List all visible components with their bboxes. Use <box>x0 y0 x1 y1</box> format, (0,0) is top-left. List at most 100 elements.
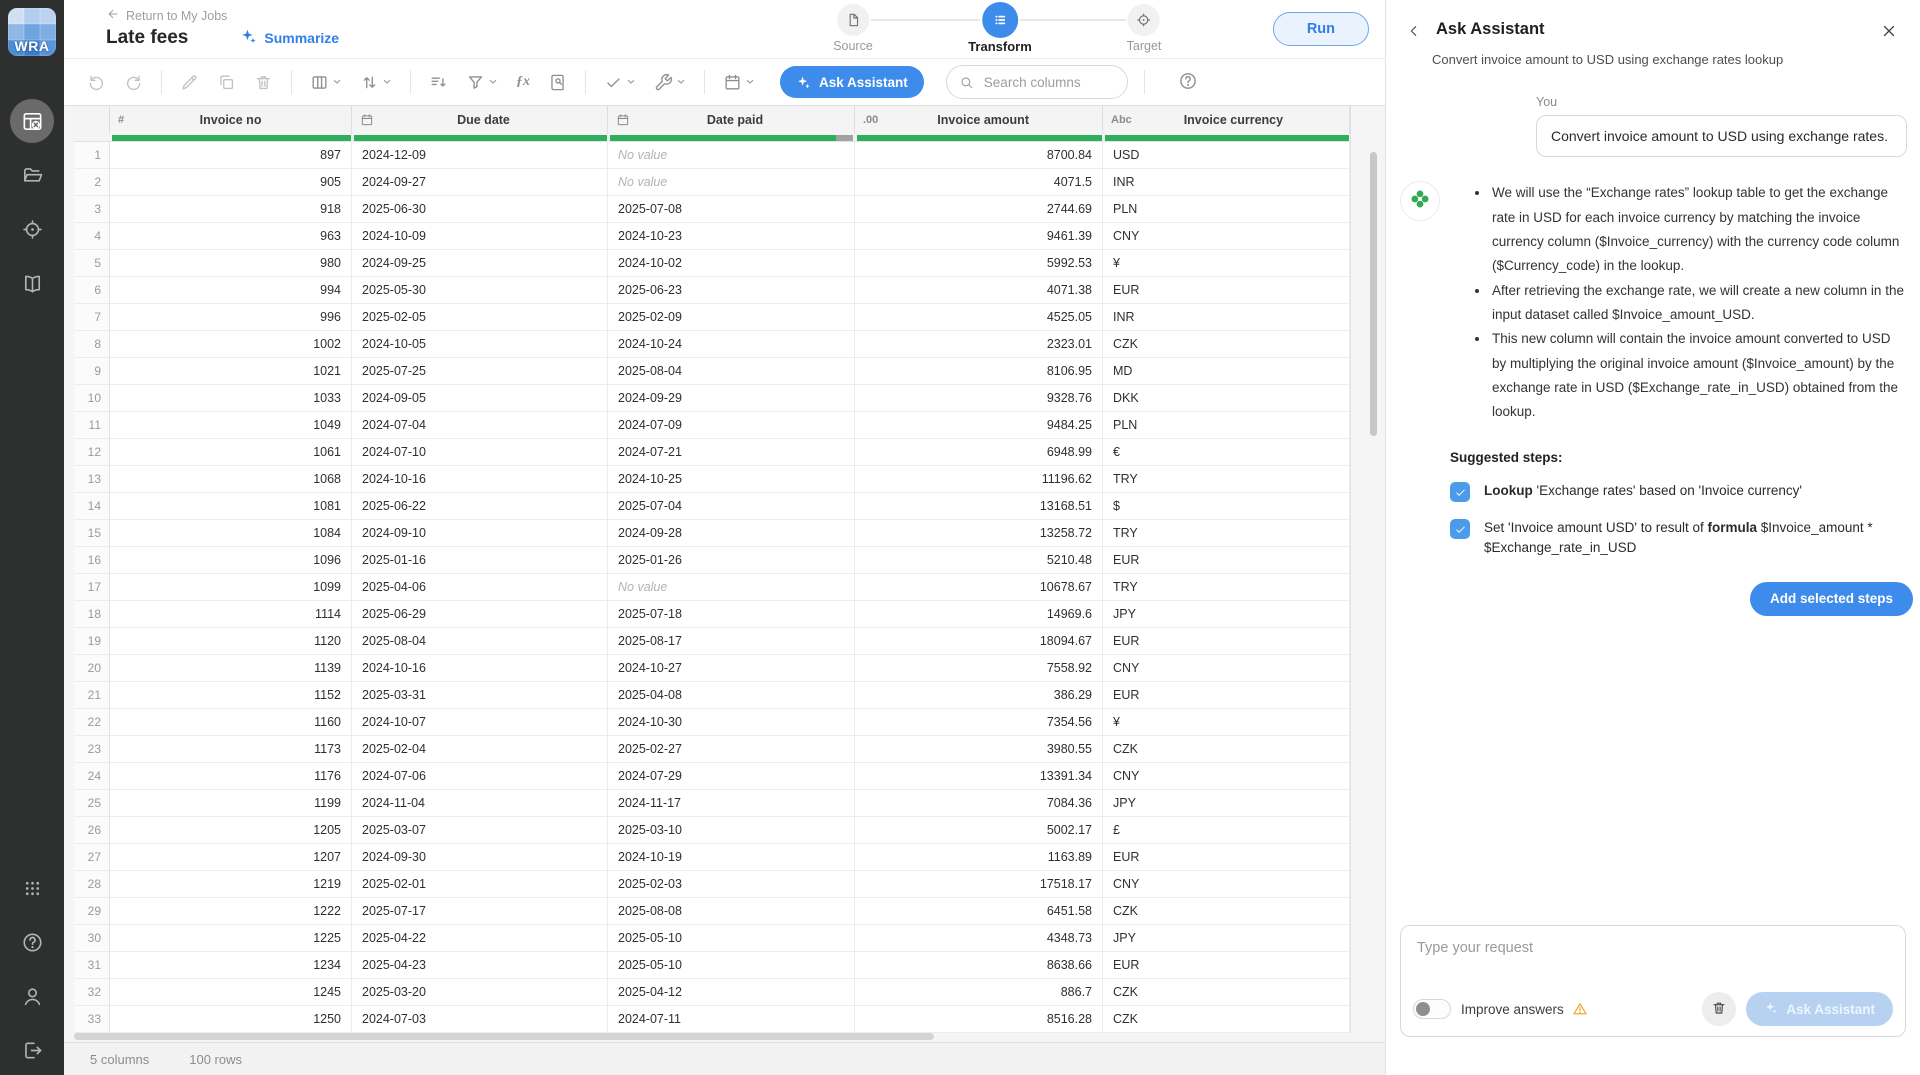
funnel-button[interactable] <box>462 69 502 96</box>
cell-invoice_amount[interactable]: 5002.17 <box>855 817 1103 843</box>
cell-due_date[interactable]: 2024-10-05 <box>352 331 608 357</box>
cell-invoice_currency[interactable]: TRY <box>1103 520 1350 546</box>
cell-due_date[interactable]: 2024-10-07 <box>352 709 608 735</box>
summarize-button[interactable]: Summarize <box>234 27 345 49</box>
vertical-scrollbar[interactable] <box>1370 152 1377 436</box>
lookup-book-button[interactable] <box>544 69 571 96</box>
row-number[interactable]: 32 <box>74 979 110 1005</box>
cell-due_date[interactable]: 2024-07-04 <box>352 412 608 438</box>
cell-date_paid[interactable]: 2024-07-29 <box>608 763 855 789</box>
cell-invoice_currency[interactable]: JPY <box>1103 925 1350 951</box>
sidebar-item-library[interactable] <box>10 261 54 305</box>
cell-invoice_amount[interactable]: 8516.28 <box>855 1006 1103 1032</box>
cell-due_date[interactable]: 2024-09-25 <box>352 250 608 276</box>
row-number[interactable]: 5 <box>74 250 110 276</box>
improve-answers-toggle[interactable] <box>1413 999 1451 1019</box>
cell-date_paid[interactable]: 2024-07-21 <box>608 439 855 465</box>
cell-invoice_no[interactable]: 1245 <box>110 979 352 1005</box>
row-number[interactable]: 26 <box>74 817 110 843</box>
cell-due_date[interactable]: 2025-02-04 <box>352 736 608 762</box>
cell-invoice_currency[interactable]: TRY <box>1103 466 1350 492</box>
cell-invoice_amount[interactable]: 9328.76 <box>855 385 1103 411</box>
cell-due_date[interactable]: 2025-07-17 <box>352 898 608 924</box>
row-number[interactable]: 23 <box>74 736 110 762</box>
row-number[interactable]: 27 <box>74 844 110 870</box>
cell-due_date[interactable]: 2024-12-09 <box>352 142 608 168</box>
cell-invoice_amount[interactable]: 5210.48 <box>855 547 1103 573</box>
cell-due_date[interactable]: 2025-04-22 <box>352 925 608 951</box>
row-number[interactable]: 19 <box>74 628 110 654</box>
sidebar-item-help[interactable] <box>10 920 54 964</box>
cell-due_date[interactable]: 2024-07-06 <box>352 763 608 789</box>
cell-invoice_amount[interactable]: 14969.6 <box>855 601 1103 627</box>
cell-date_paid[interactable]: 2025-08-08 <box>608 898 855 924</box>
cell-date_paid[interactable]: No value <box>608 142 855 168</box>
row-number[interactable]: 6 <box>74 277 110 303</box>
column-header-invoice_currency[interactable]: AbcInvoice currency <box>1103 106 1350 134</box>
cell-invoice_no[interactable]: 963 <box>110 223 352 249</box>
row-number[interactable]: 21 <box>74 682 110 708</box>
cell-date_paid[interactable]: 2025-02-27 <box>608 736 855 762</box>
cell-due_date[interactable]: 2025-05-30 <box>352 277 608 303</box>
cell-invoice_no[interactable]: 994 <box>110 277 352 303</box>
cell-invoice_amount[interactable]: 7354.56 <box>855 709 1103 735</box>
columns-button[interactable] <box>306 69 346 96</box>
cell-date_paid[interactable]: 2025-08-04 <box>608 358 855 384</box>
cell-due_date[interactable]: 2025-02-05 <box>352 304 608 330</box>
step-target[interactable]: Target <box>1127 0 1162 53</box>
cell-due_date[interactable]: 2025-06-29 <box>352 601 608 627</box>
cell-invoice_currency[interactable]: EUR <box>1103 844 1350 870</box>
row-number[interactable]: 33 <box>74 1006 110 1032</box>
cell-date_paid[interactable]: 2025-02-09 <box>608 304 855 330</box>
row-number[interactable]: 12 <box>74 439 110 465</box>
row-number[interactable]: 28 <box>74 871 110 897</box>
cell-date_paid[interactable]: 2025-07-08 <box>608 196 855 222</box>
cell-invoice_currency[interactable]: EUR <box>1103 277 1350 303</box>
ask-assistant-button[interactable]: Ask Assistant <box>780 66 924 98</box>
cell-invoice_no[interactable]: 1099 <box>110 574 352 600</box>
row-number[interactable]: 30 <box>74 925 110 951</box>
cell-invoice_currency[interactable]: PLN <box>1103 412 1350 438</box>
sort-lines-button[interactable] <box>425 69 452 96</box>
cell-invoice_amount[interactable]: 13258.72 <box>855 520 1103 546</box>
cell-invoice_no[interactable]: 1033 <box>110 385 352 411</box>
cell-invoice_no[interactable]: 1114 <box>110 601 352 627</box>
sidebar-item-logout[interactable] <box>10 1028 54 1072</box>
cell-invoice_no[interactable]: 1205 <box>110 817 352 843</box>
run-button[interactable]: Run <box>1273 12 1369 46</box>
cell-invoice_amount[interactable]: 4071.5 <box>855 169 1103 195</box>
cell-invoice_amount[interactable]: 7084.36 <box>855 790 1103 816</box>
row-number[interactable]: 20 <box>74 655 110 681</box>
cell-date_paid[interactable]: 2025-04-12 <box>608 979 855 1005</box>
cell-invoice_currency[interactable]: CZK <box>1103 1006 1350 1032</box>
cell-due_date[interactable]: 2025-07-25 <box>352 358 608 384</box>
cell-invoice_amount[interactable]: 8700.84 <box>855 142 1103 168</box>
cell-invoice_no[interactable]: 1173 <box>110 736 352 762</box>
sidebar-item-projects[interactable] <box>10 153 54 197</box>
cell-invoice_no[interactable]: 1250 <box>110 1006 352 1032</box>
cell-invoice_currency[interactable]: PLN <box>1103 196 1350 222</box>
cell-invoice_currency[interactable]: USD <box>1103 142 1350 168</box>
cell-due_date[interactable]: 2024-11-04 <box>352 790 608 816</box>
step-checkbox[interactable] <box>1450 519 1470 539</box>
cell-invoice_no[interactable]: 1084 <box>110 520 352 546</box>
column-header-invoice_no[interactable]: #Invoice no <box>110 106 352 134</box>
row-number[interactable]: 11 <box>74 412 110 438</box>
cell-invoice_currency[interactable]: EUR <box>1103 952 1350 978</box>
cell-invoice_currency[interactable]: DKK <box>1103 385 1350 411</box>
cell-invoice_amount[interactable]: 386.29 <box>855 682 1103 708</box>
cell-due_date[interactable]: 2025-04-23 <box>352 952 608 978</box>
cell-invoice_currency[interactable]: CZK <box>1103 736 1350 762</box>
cell-due_date[interactable]: 2024-10-16 <box>352 655 608 681</box>
cell-invoice_no[interactable]: 1225 <box>110 925 352 951</box>
cell-invoice_currency[interactable]: EUR <box>1103 547 1350 573</box>
row-number[interactable]: 1 <box>74 142 110 168</box>
calendar-button[interactable] <box>719 69 759 96</box>
row-number[interactable]: 10 <box>74 385 110 411</box>
cell-invoice_no[interactable]: 1081 <box>110 493 352 519</box>
column-header-date_paid[interactable]: Date paid <box>608 106 855 134</box>
cell-invoice_no[interactable]: 918 <box>110 196 352 222</box>
row-number[interactable]: 24 <box>74 763 110 789</box>
cell-date_paid[interactable]: No value <box>608 169 855 195</box>
cell-invoice_currency[interactable]: CNY <box>1103 763 1350 789</box>
